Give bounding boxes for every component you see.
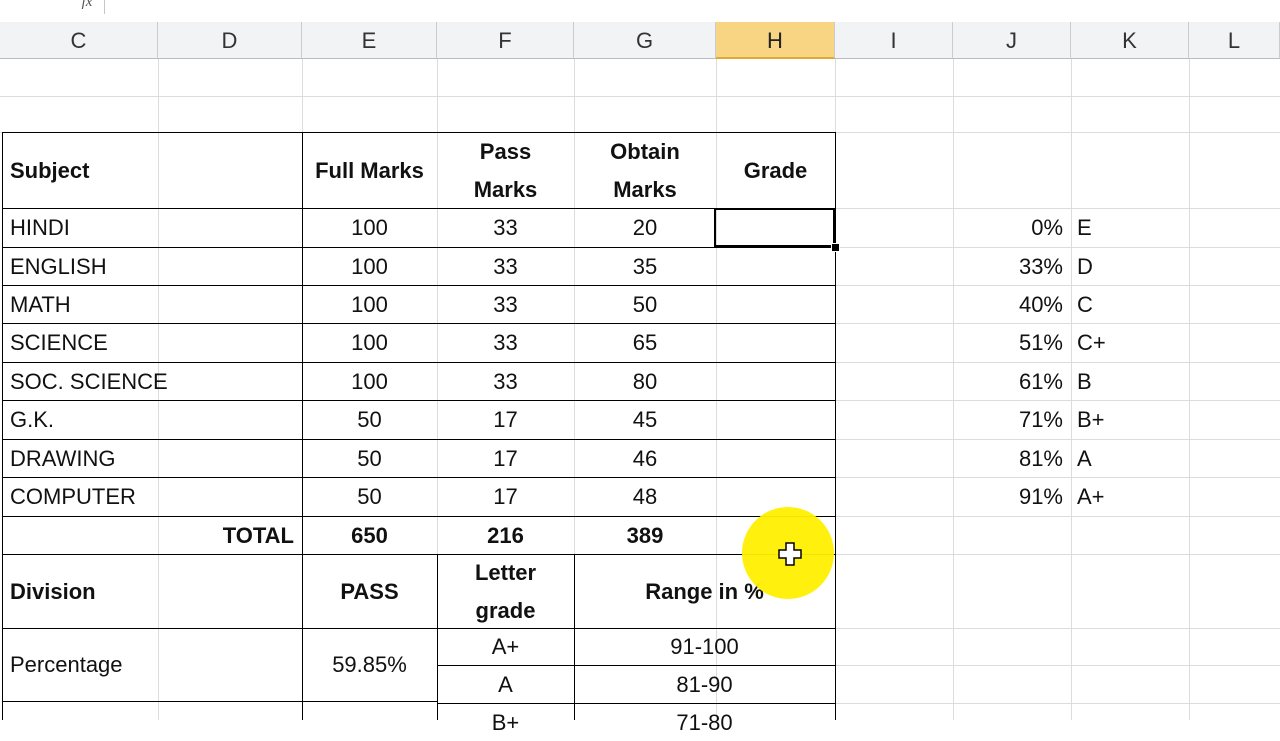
- obtain-marks-cell[interactable]: 48: [574, 478, 716, 516]
- header-pass-marks[interactable]: Pass Marks: [437, 133, 574, 208]
- lookup-percent-cell[interactable]: 61%: [953, 363, 1071, 400]
- subject-cell[interactable]: DRAWING: [2, 440, 302, 477]
- column-header-c[interactable]: C: [0, 22, 158, 59]
- column-header-g[interactable]: G: [574, 22, 716, 59]
- lookup-grade-cell[interactable]: A: [1071, 440, 1189, 477]
- percentage-value[interactable]: 59.85%: [302, 629, 437, 701]
- range-cell[interactable]: 91-100: [574, 629, 835, 665]
- pass-marks-cell[interactable]: 33: [437, 324, 574, 362]
- header-obtain-marks-line2: Marks: [613, 176, 677, 202]
- lookup-percent-cell[interactable]: 81%: [953, 440, 1071, 477]
- lookup-percent-cell[interactable]: 71%: [953, 401, 1071, 439]
- division-label[interactable]: Division: [2, 555, 302, 628]
- letter-grade-line2: grade: [475, 597, 536, 623]
- letter-grade-cell[interactable]: A+: [437, 629, 574, 665]
- column-header-i[interactable]: I: [835, 22, 953, 59]
- lookup-grade-cell[interactable]: B+: [1071, 401, 1189, 439]
- lookup-grade-cell[interactable]: D: [1071, 248, 1189, 285]
- full-marks-cell[interactable]: 50: [302, 401, 437, 439]
- letter-grade-cell[interactable]: B+: [437, 704, 574, 741]
- fill-handle[interactable]: [831, 243, 840, 252]
- lookup-percent-cell[interactable]: 91%: [953, 478, 1071, 516]
- header-pass-marks-line2: Marks: [473, 176, 538, 202]
- column-header-d[interactable]: D: [158, 22, 302, 59]
- lookup-percent-cell[interactable]: 33%: [953, 248, 1071, 285]
- lookup-grade-cell[interactable]: B: [1071, 363, 1189, 400]
- obtain-marks-cell[interactable]: 80: [574, 363, 716, 400]
- formula-bar[interactable]: fx: [0, 0, 1280, 23]
- subject-cell[interactable]: SCIENCE: [2, 324, 302, 362]
- pass-status[interactable]: PASS: [302, 555, 437, 628]
- active-cell-grade-hindi[interactable]: [714, 208, 835, 247]
- column-header-f[interactable]: F: [437, 22, 574, 59]
- letter-grade-line1: Letter: [474, 559, 537, 585]
- header-subject[interactable]: Subject: [2, 133, 302, 208]
- subject-cell[interactable]: MATH: [2, 286, 302, 323]
- full-marks-cell[interactable]: 50: [302, 440, 437, 477]
- lookup-grade-cell[interactable]: E: [1071, 209, 1189, 247]
- obtain-marks-cell[interactable]: 46: [574, 440, 716, 477]
- pass-marks-cell[interactable]: 33: [437, 209, 574, 247]
- obtain-marks-cell[interactable]: 50: [574, 286, 716, 323]
- lookup-grade-cell[interactable]: C: [1071, 286, 1189, 323]
- insert-function-button[interactable]: fx: [70, 0, 105, 14]
- subject-cell[interactable]: HINDI: [2, 209, 302, 247]
- total-obtain-marks[interactable]: 389: [574, 517, 716, 554]
- obtain-marks-cell[interactable]: 35: [574, 248, 716, 285]
- range-cell[interactable]: 81-90: [574, 666, 835, 703]
- pass-marks-cell[interactable]: 33: [437, 248, 574, 285]
- range-cell[interactable]: 71-80: [574, 704, 835, 741]
- total-label[interactable]: TOTAL: [2, 517, 302, 554]
- subject-cell[interactable]: G.K.: [2, 401, 302, 439]
- lookup-percent-cell[interactable]: 0%: [953, 209, 1071, 247]
- lookup-grade-cell[interactable]: A+: [1071, 478, 1189, 516]
- header-pass-marks-line1: Pass: [479, 138, 532, 164]
- pass-marks-cell[interactable]: 17: [437, 401, 574, 439]
- column-header-e[interactable]: E: [302, 22, 437, 59]
- column-header-l[interactable]: L: [1189, 22, 1280, 59]
- full-marks-cell[interactable]: 50: [302, 478, 437, 516]
- header-obtain-marks-line1: Obtain: [610, 138, 680, 164]
- total-full-marks[interactable]: 650: [302, 517, 437, 554]
- lookup-percent-cell[interactable]: 51%: [953, 324, 1071, 362]
- pass-marks-cell[interactable]: 33: [437, 363, 574, 400]
- cell-select-cursor-icon: [778, 542, 802, 566]
- subject-cell[interactable]: ENGLISH: [2, 248, 302, 285]
- column-header-k[interactable]: K: [1071, 22, 1189, 59]
- pass-marks-cell[interactable]: 33: [437, 286, 574, 323]
- column-header-h[interactable]: H: [716, 22, 835, 59]
- header-obtain-marks[interactable]: Obtain Marks: [574, 133, 716, 208]
- letter-grade-header[interactable]: Letter grade: [437, 555, 574, 628]
- header-full-marks[interactable]: Full Marks: [302, 133, 437, 208]
- percentage-label[interactable]: Percentage: [2, 629, 302, 701]
- obtain-marks-cell[interactable]: 20: [574, 209, 716, 247]
- obtain-marks-cell[interactable]: 65: [574, 324, 716, 362]
- full-marks-cell[interactable]: 100: [302, 324, 437, 362]
- subject-cell[interactable]: COMPUTER: [2, 478, 302, 516]
- pass-marks-cell[interactable]: 17: [437, 440, 574, 477]
- letter-grade-cell[interactable]: A: [437, 666, 574, 703]
- total-pass-marks[interactable]: 216: [437, 517, 574, 554]
- pass-marks-cell[interactable]: 17: [437, 478, 574, 516]
- full-marks-cell[interactable]: 100: [302, 209, 437, 247]
- full-marks-cell[interactable]: 100: [302, 286, 437, 323]
- header-grade[interactable]: Grade: [716, 133, 835, 208]
- column-header-j[interactable]: J: [953, 22, 1071, 59]
- obtain-marks-cell[interactable]: 45: [574, 401, 716, 439]
- lookup-grade-cell[interactable]: C+: [1071, 324, 1189, 362]
- full-marks-cell[interactable]: 100: [302, 248, 437, 285]
- lookup-percent-cell[interactable]: 40%: [953, 286, 1071, 323]
- full-marks-cell[interactable]: 100: [302, 363, 437, 400]
- subject-cell[interactable]: SOC. SCIENCE: [2, 363, 302, 400]
